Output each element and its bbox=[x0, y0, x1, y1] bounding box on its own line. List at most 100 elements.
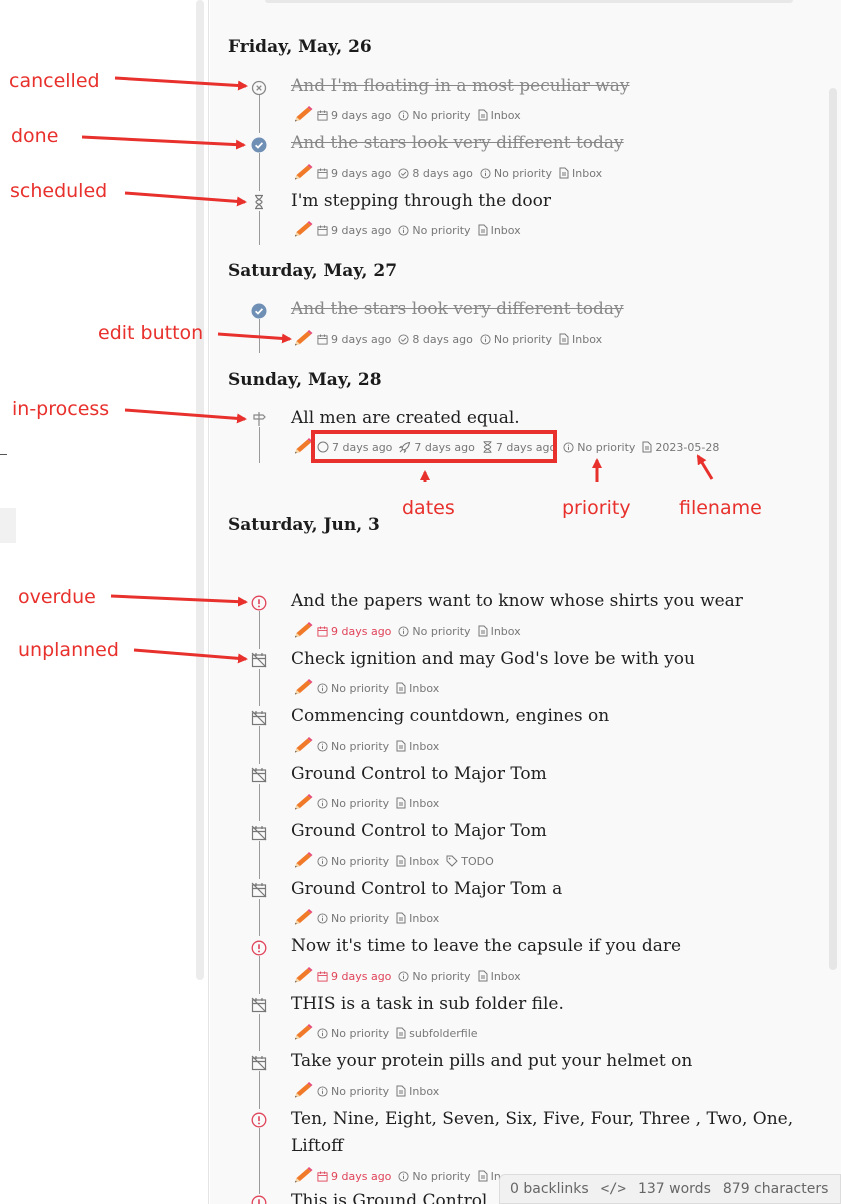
task-title[interactable]: All men are created equal. bbox=[291, 408, 520, 428]
priority-label: No priority bbox=[563, 441, 635, 454]
task-meta-row: No priority subfolderfile bbox=[292, 1024, 485, 1042]
calendar-off-icon[interactable] bbox=[251, 1055, 267, 1071]
task-meta-row: No priority Inbox bbox=[292, 737, 446, 755]
annotation-priority: priority bbox=[562, 497, 631, 519]
task-title[interactable]: Take your protein pills and put your hel… bbox=[291, 1051, 692, 1071]
alert-circle-icon[interactable] bbox=[251, 1112, 267, 1128]
x-circle-icon[interactable] bbox=[251, 80, 267, 96]
timeline-connector bbox=[259, 319, 260, 353]
task-meta-row: No priority Inbox bbox=[292, 679, 446, 697]
pencil-icon[interactable] bbox=[292, 1167, 314, 1185]
pencil-icon[interactable] bbox=[292, 852, 314, 870]
calendar-icon-text: 9 days ago bbox=[331, 223, 392, 237]
pencil-icon[interactable] bbox=[292, 221, 314, 239]
calendar-off-icon[interactable] bbox=[251, 882, 267, 898]
day-heading: Sunday, May, 28 bbox=[228, 370, 382, 390]
pencil-icon[interactable] bbox=[292, 330, 314, 348]
file-name-text: Inbox bbox=[572, 166, 603, 180]
signpost-icon[interactable] bbox=[251, 411, 267, 427]
timeline-connector bbox=[259, 726, 260, 764]
left-scrollbar[interactable] bbox=[196, 0, 204, 980]
annotation-dates: dates bbox=[402, 497, 455, 519]
check-circle-icon[interactable] bbox=[251, 303, 267, 319]
task-title[interactable]: Ground Control to Major Tom bbox=[291, 821, 547, 841]
task-title[interactable]: Commencing countdown, engines on bbox=[291, 706, 609, 726]
calendar-off-icon[interactable] bbox=[251, 652, 267, 668]
priority-label-text: No priority bbox=[412, 624, 471, 638]
file-name-text: Inbox bbox=[490, 223, 521, 237]
calendar-off-icon[interactable] bbox=[251, 825, 267, 841]
timeline-connector bbox=[259, 427, 260, 463]
annotation-done: done bbox=[11, 125, 59, 147]
completed-date: 8 days ago bbox=[398, 167, 473, 180]
alert-circle-icon[interactable] bbox=[251, 940, 267, 956]
pencil-icon[interactable] bbox=[292, 622, 314, 640]
task-title[interactable]: Check ignition and may God's love be wit… bbox=[291, 649, 695, 669]
task-meta-row: 9 days ago 8 days ago No priority Inbox bbox=[292, 330, 609, 348]
priority-label: No priority bbox=[398, 1169, 471, 1183]
due-date: 9 days ago bbox=[317, 625, 391, 638]
calendar-off-icon[interactable] bbox=[251, 710, 267, 726]
task-title[interactable]: Ten, Nine, Eight, Seven, Six, Five, Four… bbox=[291, 1106, 811, 1160]
task-title[interactable]: And I'm floating in a most peculiar way bbox=[291, 76, 630, 96]
completed-date: 8 days ago bbox=[398, 333, 473, 346]
tag-label: TODO bbox=[446, 855, 494, 868]
timeline-connector bbox=[259, 956, 260, 994]
file-name: Inbox bbox=[396, 682, 439, 695]
timeline-connector bbox=[259, 784, 260, 821]
dates-highlight-box bbox=[311, 430, 557, 463]
priority-label-text: No priority bbox=[412, 223, 471, 237]
task-title[interactable]: And the papers want to know whose shirts… bbox=[291, 591, 743, 611]
pencil-icon[interactable] bbox=[292, 737, 314, 755]
task-title[interactable]: And the stars look very different today bbox=[291, 299, 624, 319]
task-title[interactable]: Ground Control to Major Tom bbox=[291, 764, 547, 784]
hourglass-icon[interactable] bbox=[251, 194, 267, 210]
priority-label-text: No priority bbox=[412, 1169, 471, 1183]
task-title[interactable]: Ground Control to Major Tom a bbox=[291, 879, 562, 899]
top-edge bbox=[265, 0, 793, 3]
task-meta-row: 9 days ago No priority Inbox bbox=[292, 106, 528, 124]
file-name-text: Inbox bbox=[409, 796, 440, 810]
task-meta-row: No priority Inbox TODO bbox=[292, 852, 501, 870]
pencil-icon[interactable] bbox=[292, 1082, 314, 1100]
priority-label: No priority bbox=[317, 740, 389, 753]
check-circle-icon[interactable] bbox=[251, 137, 267, 153]
annotation-scheduled: scheduled bbox=[10, 180, 108, 202]
task-title[interactable]: Now it's time to leave the capsule if yo… bbox=[291, 936, 681, 956]
pencil-icon[interactable] bbox=[292, 106, 314, 124]
annotation-in-process: in-process bbox=[12, 398, 110, 420]
priority-label-text: No priority bbox=[331, 911, 390, 925]
left-divider-mark bbox=[0, 454, 7, 455]
code-icon[interactable]: </> bbox=[601, 1181, 626, 1197]
pencil-icon[interactable] bbox=[292, 794, 314, 812]
alert-circle-icon[interactable] bbox=[251, 595, 267, 611]
priority-label: No priority bbox=[317, 912, 389, 925]
annotation-overdue: overdue bbox=[18, 586, 96, 608]
calendar-icon: 9 days ago bbox=[317, 224, 391, 237]
priority-label-text: No priority bbox=[331, 681, 390, 695]
task-title[interactable]: This is Ground Control bbox=[291, 1191, 487, 1204]
task-title[interactable]: THIS is a task in sub folder file. bbox=[291, 994, 564, 1014]
alert-circle-icon[interactable] bbox=[251, 1195, 267, 1204]
pencil-icon[interactable] bbox=[292, 1024, 314, 1042]
calendar-off-icon[interactable] bbox=[251, 767, 267, 783]
priority-label: No priority bbox=[317, 1085, 389, 1098]
file-name-text: Inbox bbox=[409, 911, 440, 925]
file-name: Inbox bbox=[396, 1085, 439, 1098]
task-title[interactable]: I'm stepping through the door bbox=[291, 191, 551, 211]
annotation-filename: filename bbox=[679, 497, 762, 519]
character-count: 879 characters bbox=[722, 1181, 829, 1197]
priority-label-text: No priority bbox=[577, 440, 636, 454]
task-title[interactable]: And the stars look very different today bbox=[291, 133, 624, 153]
pencil-icon[interactable] bbox=[292, 164, 314, 182]
backlinks-count[interactable]: 0 backlinks bbox=[510, 1181, 589, 1197]
task-meta-row: 9 days ago No priority Inbox bbox=[292, 221, 528, 239]
calendar-off-icon[interactable] bbox=[251, 997, 267, 1013]
pencil-icon[interactable] bbox=[292, 679, 314, 697]
main-scrollbar[interactable] bbox=[829, 88, 837, 970]
file-name-text: Inbox bbox=[409, 854, 440, 868]
file-name: In bbox=[478, 1170, 501, 1183]
file-name-text: Inbox bbox=[490, 624, 521, 638]
pencil-icon[interactable] bbox=[292, 967, 314, 985]
pencil-icon[interactable] bbox=[292, 909, 314, 927]
